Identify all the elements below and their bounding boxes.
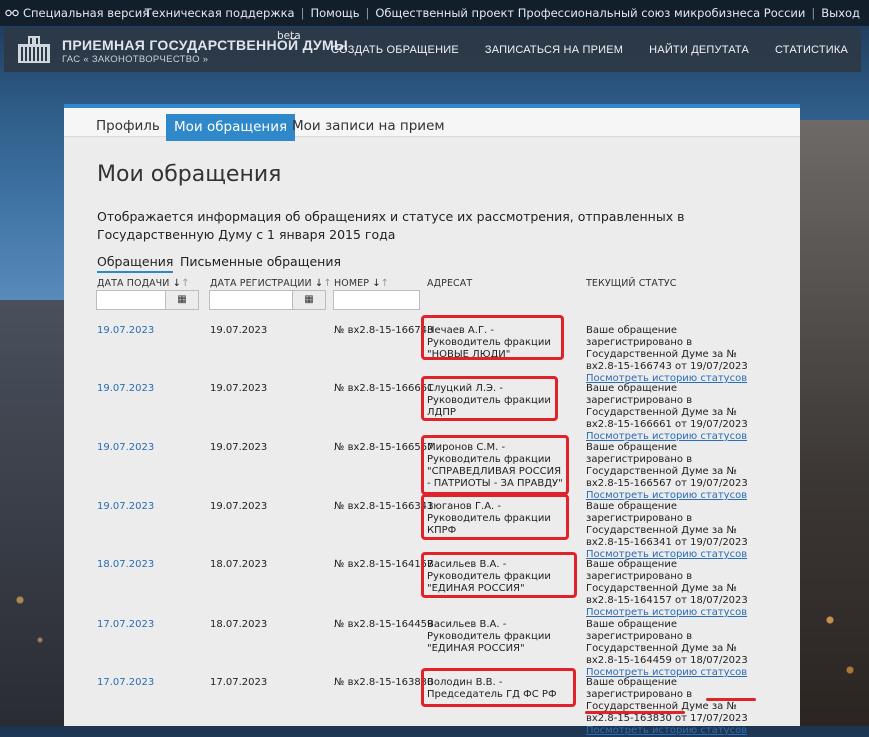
sort-desc-icon[interactable]: ↓ — [372, 278, 380, 289]
tab-profile[interactable]: Профиль — [88, 112, 168, 140]
status-text: Ваше обращение зарегистрировано в Госуда… — [586, 501, 748, 548]
tab-my-appointments[interactable]: Мои записи на прием — [284, 112, 453, 140]
sort-asc-icon[interactable]: ↑ — [381, 278, 389, 289]
date-reg-filter-input[interactable]: ▦ — [209, 290, 326, 310]
column-header-addressee: АДРЕСАТ — [427, 278, 473, 289]
glasses-icon — [5, 9, 19, 17]
number-cell: № вх2.8-15-164459 — [334, 619, 434, 630]
column-header-status: ТЕКУЩИЙ СТАТУС — [586, 278, 677, 289]
sort-asc-icon[interactable]: ↑ — [181, 278, 189, 289]
special-version-link[interactable]: Специальная версия — [5, 6, 149, 20]
status-text: Ваше обращение зарегистрировано в Госуда… — [586, 559, 748, 606]
number-cell: № вх2.8-15-166567 — [334, 442, 434, 453]
column-label: ДАТА РЕГИСТРАЦИИ — [210, 278, 312, 289]
public-project-link[interactable]: Общественный проект Профессиональный сою… — [375, 6, 805, 20]
brand-line-1: ПРИЕМНАЯ ГОСУДАРСТВЕННОЙ ДУМЫ — [62, 37, 349, 53]
highlight-box — [421, 668, 576, 707]
date-reg-cell: 19.07.2023 — [210, 383, 268, 394]
column-header-date-reg[interactable]: ДАТА РЕГИСТРАЦИИ ↓↑ — [210, 278, 332, 289]
column-header-number[interactable]: НОМЕР ↓↑ — [334, 278, 389, 289]
subtab-appeals[interactable]: Обращения — [97, 254, 174, 273]
sort-desc-icon[interactable]: ↓ — [173, 278, 181, 289]
number-cell: № вх2.8-15-163830 — [334, 677, 434, 688]
brand-line-2: ГАС « ЗАКОНОТВОРЧЕСТВО » — [62, 54, 209, 65]
top-bar: Специальная версия Техническая поддержка… — [0, 0, 869, 26]
nav-statistics[interactable]: СТАТИСТИКА — [775, 44, 848, 56]
status-cell: Ваше обращение зарегистрировано в Госуда… — [586, 559, 771, 619]
tab-my-appeals[interactable]: Мои обращения — [166, 114, 296, 141]
date-submit-filter-input[interactable]: ▦ — [96, 290, 199, 310]
logout-link[interactable]: Выход — [821, 6, 860, 20]
date-submit-link[interactable]: 18.07.2023 — [97, 559, 154, 571]
status-cell: Ваше обращение зарегистрировано в Госуда… — [586, 442, 771, 502]
content-panel: Профиль Мои обращения Мои записи на прие… — [64, 104, 800, 736]
date-submit-link[interactable]: 19.07.2023 — [97, 501, 154, 513]
divider: | — [365, 6, 370, 20]
status-cell: Ваше обращение зарегистрировано в Госуда… — [586, 501, 771, 561]
highlight-underline — [706, 698, 756, 701]
page-title: Мои обращения — [97, 162, 282, 187]
date-submit-link[interactable]: 19.07.2023 — [97, 383, 154, 395]
duma-building-icon[interactable] — [16, 33, 52, 65]
number-filter-input[interactable] — [333, 290, 420, 310]
highlight-underline — [585, 711, 685, 714]
status-cell: Ваше обращение зарегистрировано в Госуда… — [586, 383, 771, 443]
date-submit-link[interactable]: 17.07.2023 — [97, 619, 154, 631]
page-description: Отображается информация об обращениях и … — [97, 209, 685, 242]
status-text: Ваше обращение зарегистрировано в Госуда… — [586, 325, 748, 372]
calendar-icon[interactable]: ▦ — [165, 291, 198, 309]
number-cell: № вх2.8-15-166743 — [334, 325, 434, 336]
column-label: ДАТА ПОДАЧИ — [97, 278, 170, 289]
divider: | — [300, 6, 305, 20]
calendar-icon[interactable]: ▦ — [292, 291, 325, 309]
status-text: Ваше обращение зарегистрировано в Госуда… — [586, 442, 748, 489]
highlight-box — [421, 435, 569, 495]
beta-label: beta — [277, 30, 301, 42]
date-submit-link[interactable]: 19.07.2023 — [97, 442, 154, 454]
top-links: Техническая поддержка | Помощь | Обществ… — [145, 6, 860, 20]
brand-title[interactable]: ПРИЕМНАЯ ГОСУДАРСТВЕННОЙ ДУМЫ ГАС « ЗАКО… — [62, 37, 348, 65]
main-nav: СОЗДАТЬ ОБРАЩЕНИЕ ЗАПИСАТЬСЯ НА ПРИЕМ НА… — [318, 28, 861, 72]
column-header-date-submit[interactable]: ДАТА ПОДАЧИ ↓↑ — [97, 278, 190, 289]
nav-find-deputy[interactable]: НАЙТИ ДЕПУТАТА — [649, 44, 749, 56]
status-history-link[interactable]: Посмотреть историю статусов — [586, 607, 771, 619]
date-reg-cell: 19.07.2023 — [210, 442, 268, 453]
highlight-box — [421, 315, 564, 360]
status-cell: Ваше обращение зарегистрировано в Госуда… — [586, 325, 771, 385]
highlight-box — [421, 376, 558, 421]
date-submit-link[interactable]: 19.07.2023 — [97, 325, 154, 337]
tech-support-link[interactable]: Техническая поддержка — [145, 6, 295, 20]
date-reg-cell: 18.07.2023 — [210, 619, 268, 630]
profile-tabs: Профиль Мои обращения Мои записи на прие… — [64, 104, 800, 141]
date-reg-cell: 18.07.2023 — [210, 559, 268, 570]
divider: | — [811, 6, 816, 20]
date-submit-link[interactable]: 17.07.2023 — [97, 677, 154, 689]
number-cell: № вх2.8-15-164157 — [334, 559, 434, 570]
nav-book-appointment[interactable]: ЗАПИСАТЬСЯ НА ПРИЕМ — [485, 44, 623, 56]
help-link[interactable]: Помощь — [310, 6, 359, 20]
highlight-box — [421, 494, 569, 540]
status-text: Ваше обращение зарегистрировано в Госуда… — [586, 383, 748, 430]
date-reg-cell: 19.07.2023 — [210, 501, 268, 512]
date-reg-cell: 19.07.2023 — [210, 325, 268, 336]
number-cell: № вх2.8-15-166661 — [334, 383, 434, 394]
subtab-written-appeals[interactable]: Письменные обращения — [180, 254, 341, 269]
nav-create-appeal[interactable]: СОЗДАТЬ ОБРАЩЕНИЕ — [331, 44, 459, 56]
status-cell: Ваше обращение зарегистрировано в Госуда… — [586, 677, 771, 737]
status-cell: Ваше обращение зарегистрировано в Госуда… — [586, 619, 771, 679]
special-version-label: Специальная версия — [23, 6, 150, 20]
column-label: НОМЕР — [334, 278, 370, 289]
addressee-cell: Васильев В.А. - Руководитель фракции "ЕД… — [427, 619, 551, 654]
number-cell: № вх2.8-15-166341 — [334, 501, 434, 512]
highlight-box — [421, 552, 577, 598]
sort-asc-icon[interactable]: ↑ — [323, 278, 331, 289]
status-history-link[interactable]: Посмотреть историю статусов — [586, 725, 771, 737]
site-header: ПРИЕМНАЯ ГОСУДАРСТВЕННОЙ ДУМЫ ГАС « ЗАКО… — [4, 28, 861, 72]
date-reg-cell: 17.07.2023 — [210, 677, 268, 688]
status-text: Ваше обращение зарегистрировано в Госуда… — [586, 619, 748, 666]
